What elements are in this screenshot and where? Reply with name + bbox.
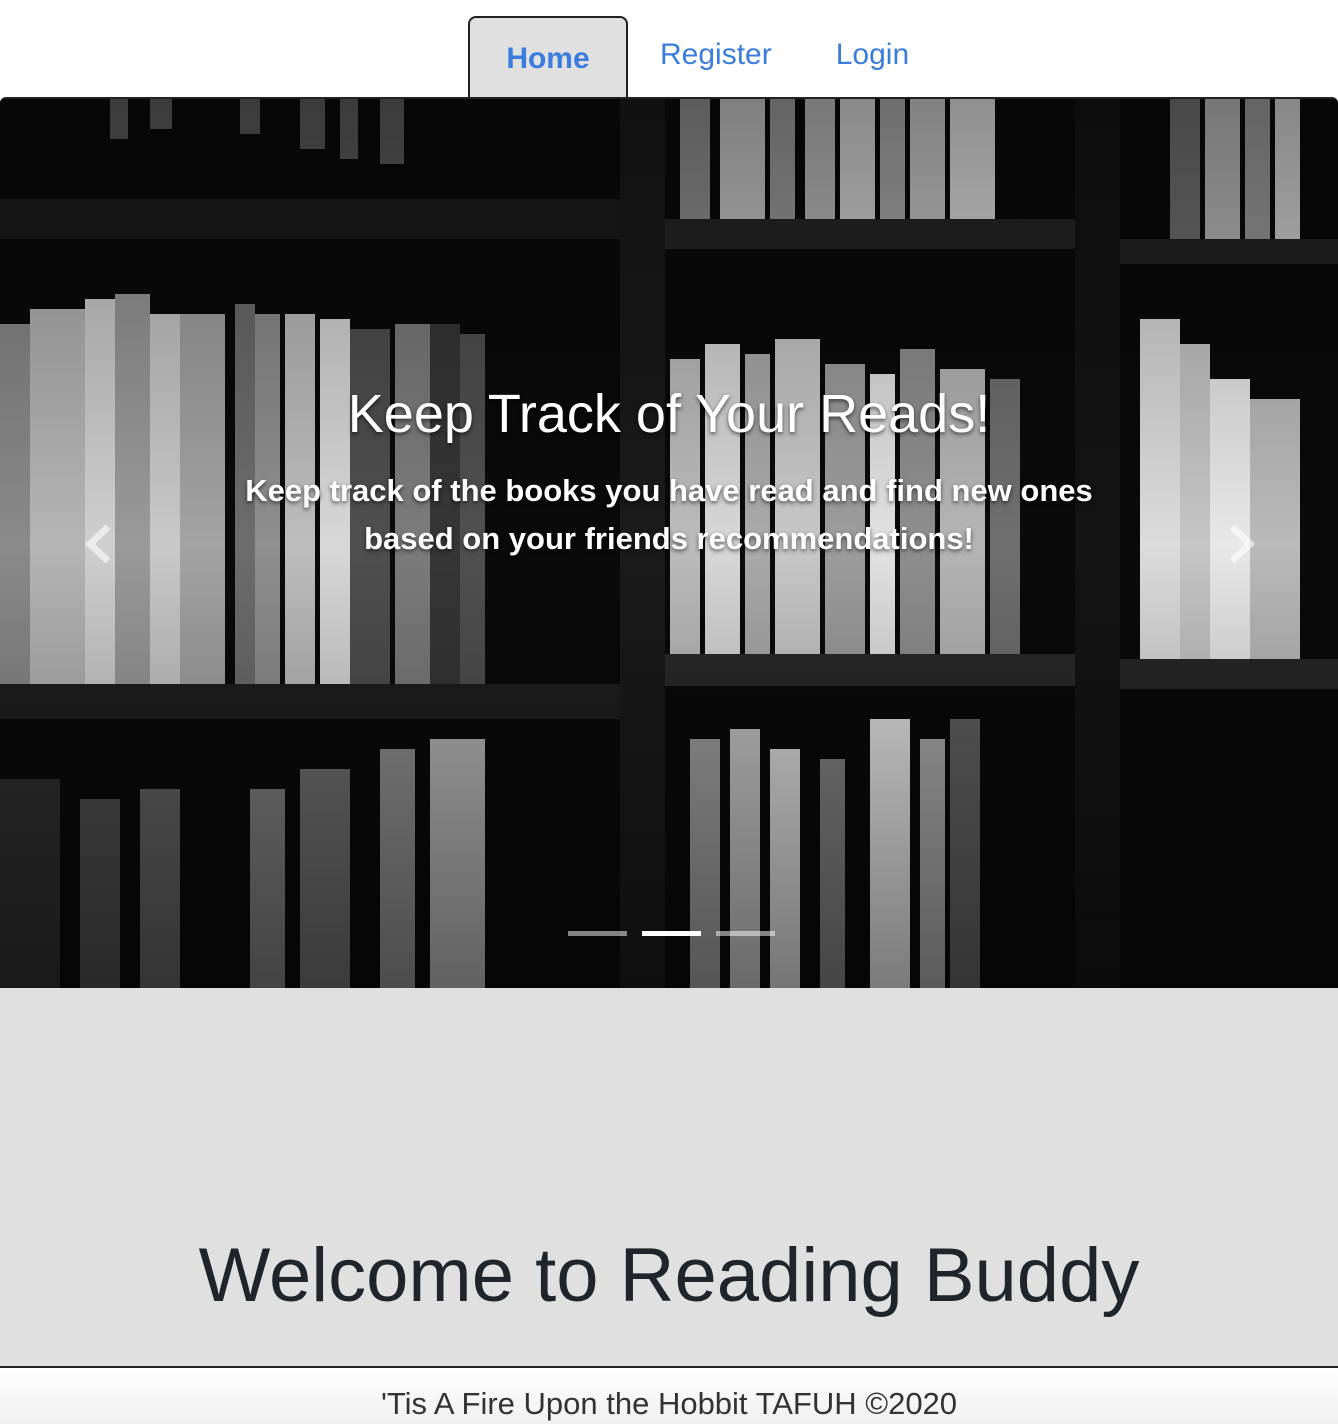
top-nav: Home Register Login <box>0 0 1338 98</box>
welcome-section: Welcome to Reading Buddy <box>0 988 1338 1368</box>
carousel-text: Keep track of the books you have read an… <box>245 473 1093 556</box>
carousel-indicator-1[interactable] <box>568 931 627 936</box>
tab-login[interactable]: Login <box>804 16 941 98</box>
chevron-left-icon <box>84 524 111 564</box>
carousel-indicator-2[interactable] <box>642 931 701 936</box>
carousel-next-button[interactable] <box>1222 519 1262 569</box>
hero-carousel: Keep Track of Your Reads! Keep track of … <box>0 97 1338 988</box>
footer-text: 'Tis A Fire Upon the Hobbit TAFUH ©2020 <box>380 1386 958 1421</box>
tab-home[interactable]: Home <box>468 16 628 98</box>
carousel-prev-button[interactable] <box>80 519 120 569</box>
chevron-right-icon <box>1229 524 1256 564</box>
carousel-title: Keep Track of Your Reads! <box>347 384 991 444</box>
page-title: Welcome to Reading Buddy <box>198 1233 1140 1318</box>
footer: 'Tis A Fire Upon the Hobbit TAFUH ©2020 <box>0 1370 1338 1424</box>
carousel-indicators <box>568 931 790 936</box>
tab-register[interactable]: Register <box>628 16 804 98</box>
carousel-caption: Keep Track of Your Reads! Keep track of … <box>0 387 1338 563</box>
nav-tabs: Home Register Login <box>468 16 941 98</box>
carousel-indicator-3[interactable] <box>716 931 775 936</box>
